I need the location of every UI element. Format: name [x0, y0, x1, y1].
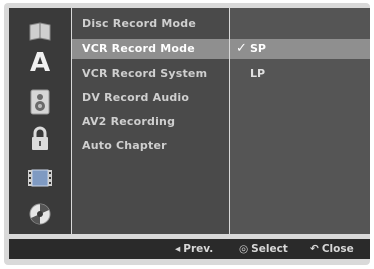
footer-hint-bar: ◂ Prev. ◎ Select ↶ Close: [9, 239, 370, 259]
menu-item-av2-recording[interactable]: AV2 Recording: [72, 112, 229, 132]
speaker-icon[interactable]: [15, 88, 65, 116]
film-record-icon[interactable]: [15, 164, 65, 192]
disc-icon[interactable]: [15, 18, 65, 46]
category-column: A: [9, 8, 71, 234]
menu-item-disc-record-mode[interactable]: Disc Record Mode: [72, 14, 229, 34]
menu-item-vcr-record-mode[interactable]: VCR Record Mode: [72, 39, 229, 59]
checkmark-icon: ✓: [236, 41, 247, 56]
select-label: Select: [251, 243, 288, 255]
select-circle-icon: ◎: [239, 243, 249, 255]
prev-hint[interactable]: ◂ Prev.: [175, 239, 213, 259]
menu-item-auto-chapter[interactable]: Auto Chapter: [72, 136, 229, 156]
option-lp[interactable]: LP: [230, 64, 370, 84]
language-icon[interactable]: A: [15, 48, 65, 78]
settings-menu: Disc Record Mode VCR Record Mode VCR Rec…: [72, 8, 229, 234]
prev-arrow-icon: ◂: [175, 243, 181, 255]
prev-label: Prev.: [183, 243, 214, 255]
setup-menu-screen: A Disc Record Mode VCR Record Mode VCR R…: [4, 3, 370, 265]
close-hint[interactable]: ↶ Close: [310, 239, 354, 259]
option-label: SP: [250, 42, 266, 55]
option-label: LP: [250, 67, 266, 80]
option-sp[interactable]: ✓ SP: [230, 39, 370, 59]
return-arrow-icon: ↶: [310, 243, 319, 255]
menu-item-vcr-record-system[interactable]: VCR Record System: [72, 64, 229, 84]
dvd-disc-icon[interactable]: [15, 200, 65, 228]
menu-item-dv-record-audio[interactable]: DV Record Audio: [72, 88, 229, 108]
lock-icon[interactable]: [15, 125, 65, 153]
close-label: Close: [321, 243, 354, 255]
select-hint[interactable]: ◎ Select: [239, 239, 288, 259]
options-panel: ✓ SP LP: [230, 8, 370, 234]
